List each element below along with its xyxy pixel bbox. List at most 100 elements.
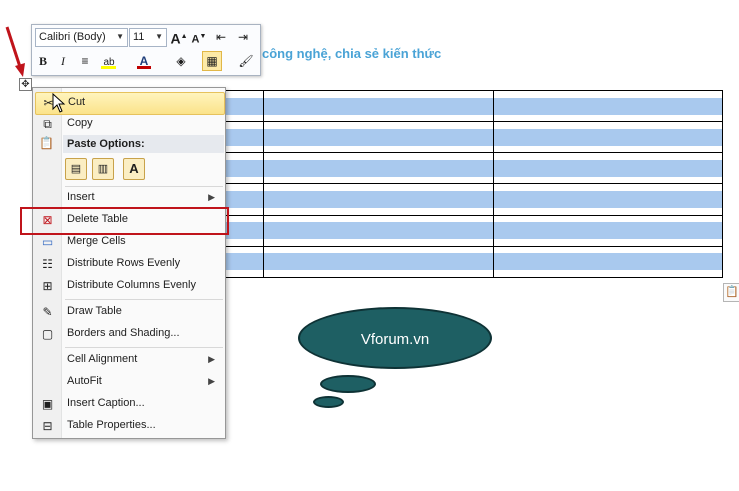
chevron-down-icon: ▼ bbox=[116, 32, 124, 41]
menu-item-draw-table[interactable]: ✎ Draw Table bbox=[35, 302, 223, 323]
draw-table-icon: ✎ bbox=[42, 305, 53, 319]
row-shading-band bbox=[226, 159, 263, 177]
table-cell[interactable] bbox=[263, 121, 494, 154]
format-painter-icon[interactable]: 🖌 bbox=[237, 52, 255, 70]
row-shading-band bbox=[264, 253, 493, 271]
table-cell[interactable] bbox=[263, 89, 494, 123]
paste-text-only-button[interactable]: A bbox=[123, 158, 145, 180]
table-row[interactable] bbox=[225, 245, 723, 279]
mini-toolbar: Calibri (Body) ▼ 11 ▼ A▲ A▼ ⇤ ⇥ B I ≡ ab… bbox=[31, 24, 261, 76]
font-color-button[interactable]: A bbox=[134, 52, 154, 70]
row-shading-band bbox=[264, 128, 493, 146]
font-color-swatch bbox=[137, 66, 151, 69]
font-size-value: 11 bbox=[133, 31, 145, 43]
row-shading-band bbox=[494, 128, 722, 146]
merge-cells-icon: ▭ bbox=[41, 235, 54, 249]
submenu-arrow-icon: ▶ bbox=[208, 192, 215, 202]
menu-item-insert[interactable]: Insert ▶ bbox=[35, 188, 223, 209]
menu-separator bbox=[65, 186, 223, 187]
annotation-arrow bbox=[5, 26, 25, 77]
menu-item-borders-shading[interactable]: ▢ Borders and Shading... bbox=[35, 324, 223, 345]
table-cell[interactable] bbox=[225, 89, 264, 123]
grow-font-button[interactable]: A▲ bbox=[170, 28, 188, 47]
submenu-arrow-icon: ▶ bbox=[208, 354, 215, 364]
row-shading-band bbox=[264, 191, 493, 209]
chevron-down-icon: ▼ bbox=[155, 32, 163, 41]
shading-bucket-icon[interactable]: ◈ bbox=[172, 52, 190, 70]
table-row[interactable] bbox=[225, 89, 723, 123]
paste-options-tag-icon[interactable]: 📋 bbox=[723, 283, 739, 302]
table-cell[interactable] bbox=[225, 152, 264, 185]
bubble-text: Vforum.vn bbox=[360, 331, 430, 348]
row-shading-band bbox=[226, 253, 263, 271]
menu-item-merge-cells[interactable]: ▭ Merge Cells bbox=[35, 232, 223, 253]
context-menu: ✂ Cut ⧉ Copy Paste Options: 📋 ▤ ▥ A Inse… bbox=[32, 87, 226, 439]
table-cell[interactable] bbox=[263, 152, 494, 185]
font-name-value: Calibri (Body) bbox=[39, 31, 106, 43]
table-cell[interactable] bbox=[263, 183, 494, 216]
menu-item-copy[interactable]: ⧉ Copy bbox=[35, 114, 223, 135]
highlight-color-swatch bbox=[101, 66, 116, 69]
menu-separator bbox=[65, 299, 223, 300]
decrease-indent-icon[interactable]: ⇤ bbox=[212, 28, 230, 46]
italic-button[interactable]: I bbox=[54, 52, 72, 70]
menu-item-cell-alignment[interactable]: Cell Alignment ▶ bbox=[35, 350, 223, 371]
row-shading-band bbox=[494, 97, 722, 115]
table-cell[interactable] bbox=[493, 121, 723, 154]
table-cell[interactable] bbox=[493, 245, 723, 279]
increase-indent-icon[interactable]: ⇥ bbox=[234, 28, 252, 46]
table-cell[interactable] bbox=[225, 214, 264, 247]
menu-item-distribute-rows[interactable]: ☷ Distribute Rows Evenly bbox=[35, 254, 223, 275]
menu-item-distribute-columns[interactable]: ⊞ Distribute Columns Evenly bbox=[35, 276, 223, 297]
menu-item-insert-caption[interactable]: ▣ Insert Caption... bbox=[35, 394, 223, 415]
row-shading-band bbox=[494, 253, 722, 271]
font-name-dropdown[interactable]: Calibri (Body) ▼ bbox=[35, 28, 128, 47]
annotation-highlight-box bbox=[20, 207, 229, 235]
mouse-pointer-icon bbox=[52, 93, 66, 113]
row-shading-band bbox=[226, 97, 263, 115]
distribute-rows-icon: ☷ bbox=[42, 257, 53, 271]
text-highlight-button[interactable]: ab bbox=[98, 52, 120, 70]
table-cell[interactable] bbox=[493, 152, 723, 185]
row-shading-band bbox=[264, 222, 493, 240]
paste-merge-formatting-icon[interactable]: ▥ bbox=[92, 158, 114, 180]
bold-button[interactable]: B bbox=[34, 52, 52, 70]
table-cell[interactable] bbox=[263, 245, 494, 279]
table-cell[interactable] bbox=[263, 214, 494, 247]
caption-icon: ▣ bbox=[41, 397, 54, 411]
clipboard-icon: 📋 bbox=[39, 136, 54, 150]
center-align-icon[interactable]: ≡ bbox=[76, 52, 94, 70]
shrink-font-button[interactable]: A▼ bbox=[190, 28, 208, 46]
copy-icon: ⧉ bbox=[43, 117, 52, 131]
bubble-tail-small bbox=[313, 396, 344, 408]
borders-grid-icon[interactable]: ▦ bbox=[202, 51, 222, 71]
table-move-handle-icon[interactable]: ✥ bbox=[19, 78, 32, 91]
table-cell[interactable] bbox=[225, 121, 264, 154]
table-cell[interactable] bbox=[225, 245, 264, 279]
menu-separator bbox=[65, 347, 223, 348]
menu-item-autofit[interactable]: AutoFit ▶ bbox=[35, 372, 223, 393]
table-properties-icon: ⊟ bbox=[42, 419, 53, 433]
table-cell[interactable] bbox=[225, 183, 264, 216]
row-shading-band bbox=[494, 159, 722, 177]
row-shading-band bbox=[264, 97, 493, 115]
menu-item-table-properties[interactable]: ⊟ Table Properties... bbox=[35, 416, 223, 437]
font-size-dropdown[interactable]: 11 ▼ bbox=[129, 28, 167, 47]
row-shading-band bbox=[226, 128, 263, 146]
paste-keep-formatting-icon[interactable]: ▤ bbox=[65, 158, 87, 180]
document-table[interactable] bbox=[225, 89, 723, 279]
table-row[interactable] bbox=[225, 152, 723, 185]
table-row[interactable] bbox=[225, 183, 723, 216]
table-row[interactable] bbox=[225, 121, 723, 154]
table-cell[interactable] bbox=[493, 183, 723, 216]
table-cell[interactable] bbox=[493, 214, 723, 247]
table-row[interactable] bbox=[225, 214, 723, 247]
row-shading-band bbox=[226, 191, 263, 209]
document-heading: công nghệ, chia sẻ kiến thức bbox=[262, 46, 442, 61]
distribute-columns-icon: ⊞ bbox=[42, 279, 53, 293]
borders-icon: ▢ bbox=[41, 327, 54, 341]
table-cell[interactable] bbox=[493, 89, 723, 123]
row-shading-band bbox=[494, 222, 722, 240]
row-shading-band bbox=[494, 191, 722, 209]
bubble-tail-mid bbox=[320, 375, 376, 393]
